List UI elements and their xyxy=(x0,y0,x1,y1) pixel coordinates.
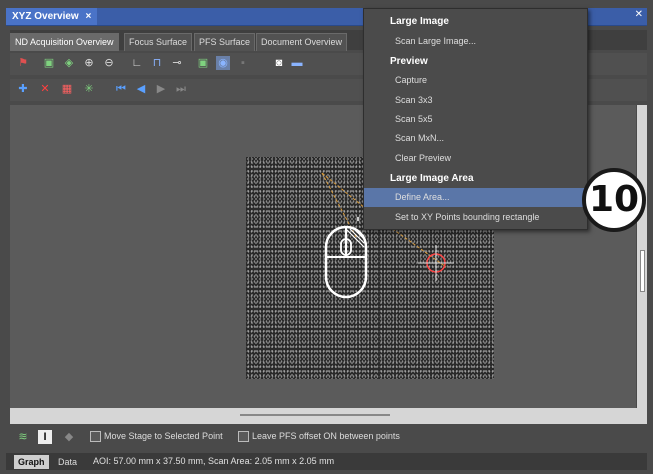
menu-item-scan-5x5[interactable]: Scan 5x5 xyxy=(364,110,587,129)
menu-item-clear-preview[interactable]: Clear Preview xyxy=(364,149,587,168)
stage-icon[interactable]: ⚑ xyxy=(16,56,30,70)
menu-header-preview: Preview xyxy=(390,56,428,67)
scrollbar-thumb[interactable] xyxy=(240,414,390,416)
menu-item-define-area[interactable]: Define Area... xyxy=(364,188,587,207)
distance-icon[interactable]: ⊸ xyxy=(170,56,184,70)
scale-bar-icon[interactable]: ⊓ xyxy=(150,56,164,70)
window-title: XYZ Overview xyxy=(12,11,79,22)
eye-icon[interactable]: ◉ xyxy=(216,56,230,70)
leave-pfs-checkbox[interactable] xyxy=(238,431,249,442)
menu-item-scan-3x3[interactable]: Scan 3x3 xyxy=(364,91,587,110)
layers-icon[interactable]: ≋ xyxy=(16,430,30,444)
menu-header-large-image: Large Image xyxy=(390,16,449,27)
scrollbar-thumb[interactable] xyxy=(640,250,645,292)
menu-header-large-image-area: Large Image Area xyxy=(390,173,474,184)
previous-point-icon[interactable]: ◀ xyxy=(134,82,148,96)
move-stage-label: Move Stage to Selected Point xyxy=(104,431,223,441)
first-point-icon[interactable]: ⏮ xyxy=(114,82,128,96)
vertical-scrollbar[interactable] xyxy=(637,105,647,408)
fit-selection-icon[interactable]: ◈ xyxy=(62,56,76,70)
disabled-tool-icon: ▪ xyxy=(241,57,245,69)
step-number-badge: 10 xyxy=(582,168,646,232)
diamond-icon: ◆ xyxy=(64,431,74,443)
fit-view-icon[interactable]: ▣ xyxy=(42,56,56,70)
context-menu: Large Image Scan Large Image... Preview … xyxy=(363,8,588,230)
last-point-icon: ⏭ xyxy=(176,83,186,95)
tab-graph[interactable]: Graph xyxy=(14,455,49,469)
zoom-in-icon[interactable]: ⊕ xyxy=(82,56,96,70)
zoom-out-icon[interactable]: ⊖ xyxy=(102,56,116,70)
grid-points-icon[interactable]: ▦ xyxy=(60,82,74,96)
leave-pfs-label: Leave PFS offset ON between points xyxy=(252,431,400,441)
menu-item-capture[interactable]: Capture xyxy=(364,71,587,90)
delete-point-icon[interactable]: ✕ xyxy=(38,82,52,96)
tab-close-icon[interactable]: × xyxy=(85,11,91,22)
tab-xyz-overview[interactable]: XYZ Overview × xyxy=(6,8,98,25)
horizontal-scrollbar[interactable] xyxy=(10,408,647,424)
add-point-icon[interactable]: ✚ xyxy=(16,82,30,96)
status-bar: Graph Data AOI: 57.00 mm x 37.50 mm, Sca… xyxy=(6,453,647,470)
menu-item-scan-large-image[interactable]: Scan Large Image... xyxy=(364,32,587,51)
tab-focus-surface[interactable]: Focus Surface xyxy=(124,33,193,51)
optimize-path-icon[interactable]: ✳ xyxy=(82,82,96,96)
tab-document-overview[interactable]: Document Overview xyxy=(256,33,348,51)
camera-icon[interactable]: ◙ xyxy=(272,56,286,70)
tab-data[interactable]: Data xyxy=(54,455,81,469)
overlay-icon[interactable]: ▣ xyxy=(196,56,210,70)
window-close-icon[interactable]: ✕ xyxy=(635,9,643,20)
menu-item-set-to-xy-bounding[interactable]: Set to XY Points bounding rectangle xyxy=(364,208,587,227)
axis-icon[interactable]: ∟ xyxy=(130,56,144,70)
move-stage-checkbox[interactable] xyxy=(90,431,101,442)
menu-item-scan-mxn[interactable]: Scan MxN... xyxy=(364,129,587,148)
live-icon[interactable]: ▬ xyxy=(290,56,304,70)
info-icon[interactable]: I xyxy=(38,430,52,444)
tab-pfs-surface[interactable]: PFS Surface xyxy=(194,33,256,51)
options-bar: ≋ I ◆ Move Stage to Selected Point Leave… xyxy=(10,426,647,448)
status-text: AOI: 57.00 mm x 37.50 mm, Scan Area: 2.0… xyxy=(93,456,335,466)
tab-nd-acquisition-overview[interactable]: ND Acquisition Overview xyxy=(10,33,119,51)
next-point-icon: ▶ xyxy=(156,83,166,95)
